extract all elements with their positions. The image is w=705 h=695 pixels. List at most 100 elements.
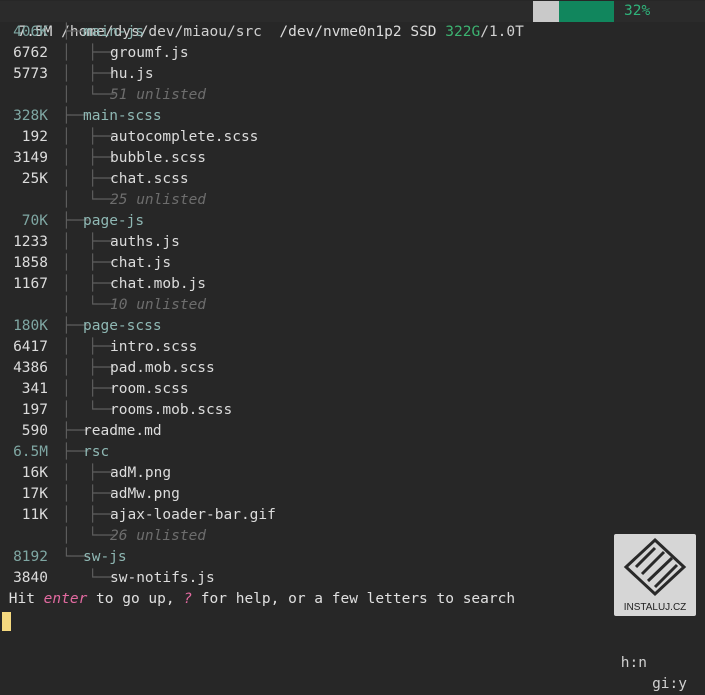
tree-row-file[interactable]: 192 │ ├── autocomplete.scss xyxy=(0,127,705,148)
tree-branch: │ ├── xyxy=(62,171,115,187)
file-name: intro.scss xyxy=(110,339,198,355)
tree-branch: │ ├── xyxy=(62,45,115,61)
entry-size: 1233 xyxy=(13,234,48,250)
tree-row-file[interactable]: 4386 │ ├── pad.mob.scss xyxy=(0,358,705,379)
directory-name: rsc xyxy=(83,444,110,460)
directory-name: page-js xyxy=(83,213,145,229)
tree-row-directory[interactable]: 8192 └── sw-js xyxy=(0,547,705,568)
file-name: bubble.scss xyxy=(110,150,207,166)
tree-branch: │ ├── xyxy=(62,339,115,355)
tree-row-directory[interactable]: 70K ├── page-js xyxy=(0,211,705,232)
file-name: pad.mob.scss xyxy=(110,360,215,376)
entry-size: 6762 xyxy=(13,45,48,61)
tree-branch: │ ├── xyxy=(62,66,115,82)
tree-row-file[interactable]: 590 ├── readme.md xyxy=(0,421,705,442)
file-name: chat.js xyxy=(110,255,172,271)
tree-branch: └── xyxy=(62,570,115,586)
tree-row-unlisted[interactable]: │ └── 51 unlisted xyxy=(0,85,705,106)
directory-name: main-js xyxy=(83,24,145,40)
file-name: hu.js xyxy=(110,66,154,82)
tree-row-directory[interactable]: 180K ├── page-scss xyxy=(0,316,705,337)
disk-usage-bar-fill xyxy=(559,1,614,22)
directory-name: sw-js xyxy=(83,549,127,565)
tree-row-file[interactable]: 17K │ ├── adMw.png xyxy=(0,484,705,505)
file-name: chat.scss xyxy=(110,171,189,187)
unlisted-count: 10 unlisted xyxy=(110,297,207,313)
tree-branch: │ └── xyxy=(62,192,115,208)
tree-branch: │ └── xyxy=(62,87,115,103)
status-text: to go up, xyxy=(87,591,184,607)
tree-branch: │ ├── xyxy=(62,255,115,271)
entry-size: 6.5M xyxy=(13,444,48,460)
tree-row-file[interactable]: 197 │ └── rooms.mob.scss xyxy=(0,400,705,421)
gitignore-toggle: gi:y xyxy=(652,676,687,692)
tree-row-directory[interactable]: 406K ├── main-js xyxy=(0,22,705,43)
file-name: sw-notifs.js xyxy=(110,570,215,586)
entry-size: 25K xyxy=(21,171,48,187)
watermark-logo: INSTALUJ.CZ xyxy=(614,534,696,616)
tree-row-unlisted[interactable]: │ └── 10 unlisted xyxy=(0,295,705,316)
entry-size: 3840 xyxy=(13,570,48,586)
tree-branch: │ ├── xyxy=(62,486,115,502)
tree-row-unlisted[interactable]: │ └── 25 unlisted xyxy=(0,190,705,211)
tree-row-directory[interactable]: 6.5M ├── rsc xyxy=(0,442,705,463)
input-cursor[interactable] xyxy=(2,612,11,631)
unlisted-count: 51 unlisted xyxy=(110,87,207,103)
tree-row-file[interactable]: 3840 └── sw-notifs.js xyxy=(0,568,705,589)
tree-row-directory[interactable]: 328K ├── main-scss xyxy=(0,106,705,127)
file-name: adM.png xyxy=(110,465,172,481)
entry-size: 197 xyxy=(21,402,48,418)
unlisted-count: 26 unlisted xyxy=(110,528,207,544)
status-text: Hit xyxy=(8,591,44,607)
entry-size: 1858 xyxy=(13,255,48,271)
tree-row-file[interactable]: 3149 │ ├── bubble.scss xyxy=(0,148,705,169)
file-name: auths.js xyxy=(110,234,180,250)
tree-branch: │ ├── xyxy=(62,465,115,481)
tree-row-file[interactable]: 5773 │ ├── hu.js xyxy=(0,64,705,85)
entry-size: 17K xyxy=(21,486,48,502)
entry-size: 16K xyxy=(21,465,48,481)
tree-branch: │ └── xyxy=(62,297,115,313)
directory-name: main-scss xyxy=(83,108,162,124)
tree-row-unlisted[interactable]: │ └── 26 unlisted xyxy=(0,526,705,547)
entry-size: 6417 xyxy=(13,339,48,355)
watermark-icon xyxy=(623,537,687,597)
file-name: groumf.js xyxy=(110,45,189,61)
tree-row-file[interactable]: 11K │ ├── ajax-loader-bar.gif xyxy=(0,505,705,526)
entry-size: 3149 xyxy=(13,150,48,166)
entry-size: 5773 xyxy=(13,66,48,82)
entry-size: 8192 xyxy=(13,549,48,565)
watermark-text: INSTALUJ.CZ xyxy=(623,602,687,613)
tree-branch: │ ├── xyxy=(62,276,115,292)
file-name: autocomplete.scss xyxy=(110,129,259,145)
tree-branch: │ ├── xyxy=(62,381,115,397)
status-line: Hit enter to go up, ? for help, or a few… xyxy=(0,589,705,610)
tree-row-file[interactable]: 6417 │ ├── intro.scss xyxy=(0,337,705,358)
tree-row-file[interactable]: 6762 │ ├── groumf.js xyxy=(0,43,705,64)
tree-branch: │ ├── xyxy=(62,507,115,523)
tree-branch: │ └── xyxy=(62,402,115,418)
disk-usage-bar-track xyxy=(533,1,559,22)
tree-row-file[interactable]: 16K │ ├── adM.png xyxy=(0,463,705,484)
tree-branch: │ ├── xyxy=(62,234,115,250)
status-key-enter: enter xyxy=(43,591,88,607)
unlisted-count: 25 unlisted xyxy=(110,192,207,208)
entry-size: 11K xyxy=(21,507,48,523)
entry-size: 1167 xyxy=(13,276,48,292)
tree-row-file[interactable]: 1858 │ ├── chat.js xyxy=(0,253,705,274)
input-line[interactable]: h:n gi:y xyxy=(0,611,705,692)
disk-usage-percent: 32% xyxy=(624,3,651,19)
tree-row-file[interactable]: 1167 │ ├── chat.mob.js xyxy=(0,274,705,295)
tree-row-file[interactable]: 25K │ ├── chat.scss xyxy=(0,169,705,190)
entry-size: 590 xyxy=(21,423,48,439)
file-name: adMw.png xyxy=(110,486,180,502)
tree-row-file[interactable]: 341 │ ├── room.scss xyxy=(0,379,705,400)
file-name: readme.md xyxy=(83,423,162,439)
tree-branch: │ ├── xyxy=(62,360,115,376)
status-text: for help, or a few letters to search xyxy=(192,591,516,607)
entry-size: 328K xyxy=(13,108,48,124)
tree-branch: │ ├── xyxy=(62,129,115,145)
entry-size: 4386 xyxy=(13,360,48,376)
tree-row-file[interactable]: 1233 │ ├── auths.js xyxy=(0,232,705,253)
entry-size: 70K xyxy=(21,213,48,229)
